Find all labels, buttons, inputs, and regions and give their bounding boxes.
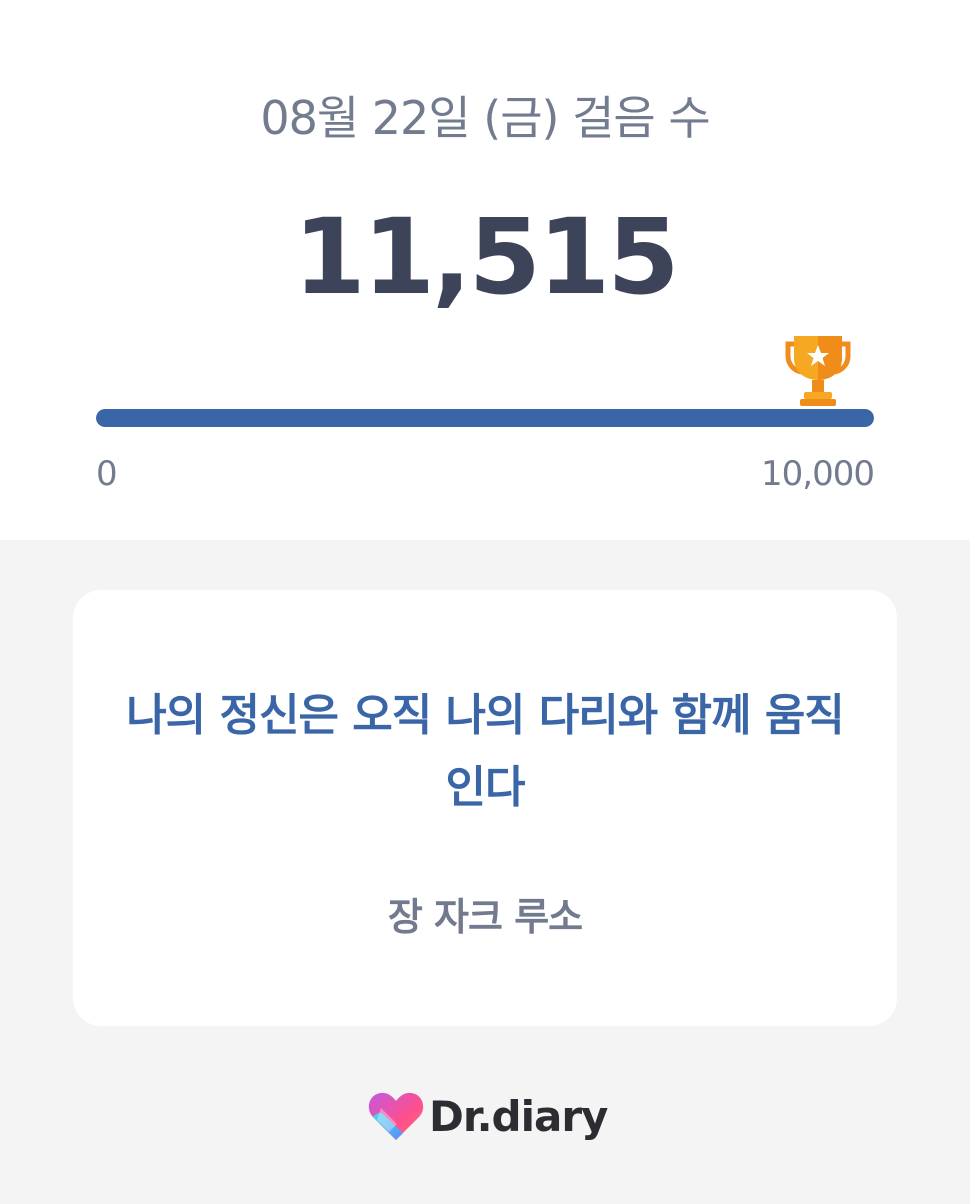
quote-card: 나의 정신은 오직 나의 다리와 함께 움직인다 장 자크 루소 (73, 590, 897, 1026)
heart-logo-icon (367, 1088, 425, 1144)
brand-footer: Dr.diary (367, 1086, 608, 1146)
quote-text: 나의 정신은 오직 나의 다리와 함께 움직인다 (126, 690, 845, 813)
trophy-icon (784, 330, 852, 410)
quote-author: 장 자크 루소 (387, 895, 583, 939)
brand-name: Dr.diary (429, 1091, 608, 1141)
date-title: 08월 22일 (금) 걸음 수 (260, 91, 710, 145)
step-progress-fill (96, 409, 874, 427)
progress-min-label: 0 (96, 454, 118, 494)
step-progress-bar (96, 409, 874, 427)
steps-summary-section: 08월 22일 (금) 걸음 수 11,515 0 10,000 (0, 0, 970, 540)
progress-goal-label: 10,000 (761, 454, 875, 494)
step-count: 11,515 (293, 196, 679, 318)
